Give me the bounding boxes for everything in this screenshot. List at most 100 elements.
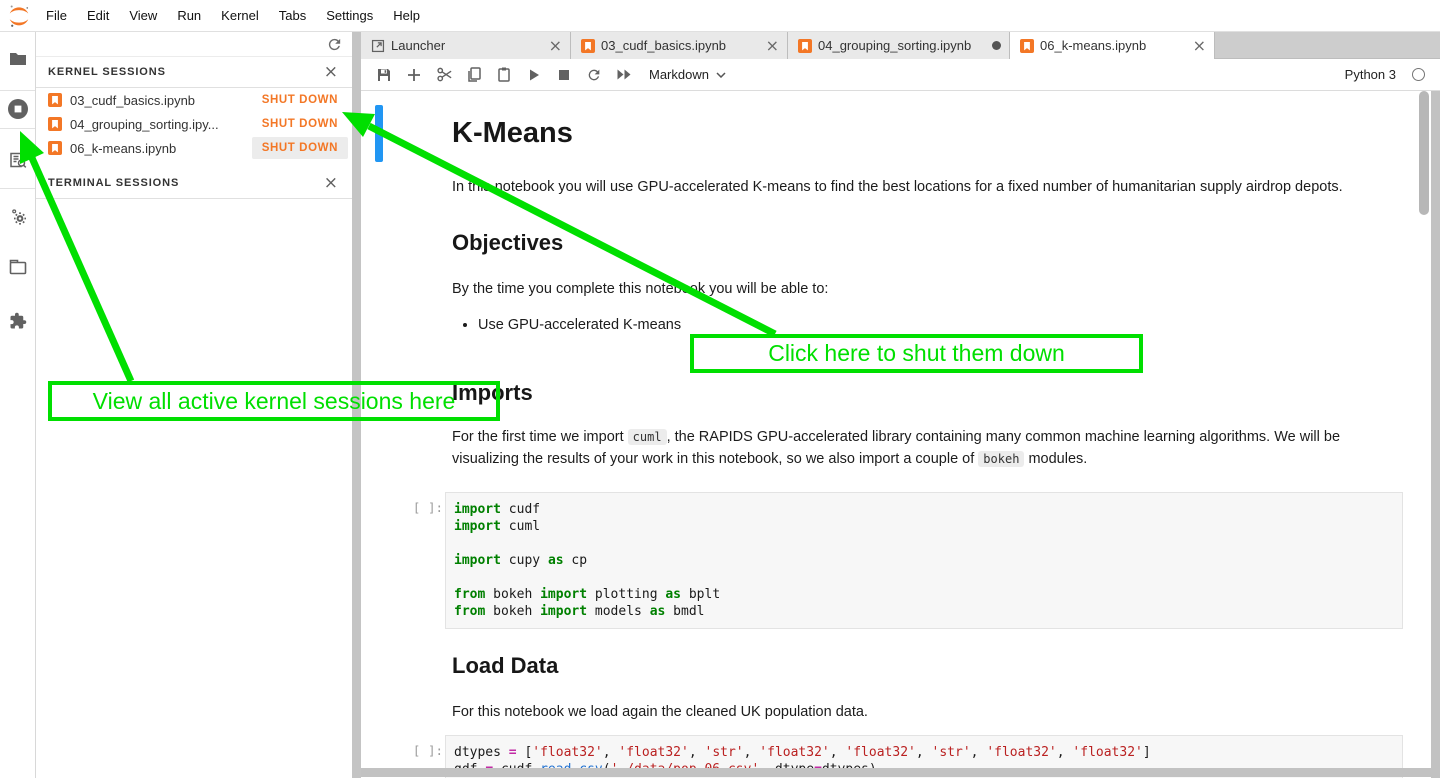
markdown-cell[interactable]: Objectives By the time you complete this… [452,230,1403,336]
kernel-session-row[interactable]: 04_grouping_sorting.ipy... SHUT DOWN [36,112,352,136]
cut-icon [436,66,453,83]
run-cell-button[interactable] [519,62,549,88]
tab-04-grouping-sorting[interactable]: 04_grouping_sorting.ipynb [788,32,1010,59]
add-cell-button[interactable] [399,62,429,88]
refresh-sessions-icon[interactable] [326,36,343,53]
markdown-cell[interactable]: K-Means In this notebook you will use GP… [452,117,1403,198]
shutdown-button[interactable]: SHUT DOWN [252,89,348,111]
paragraph: By the time you complete this notebook y… [452,278,1403,300]
tab-launcher[interactable]: Launcher × [361,32,571,59]
code-cell[interactable]: [ ]: import cudfimport cuml import cupy … [405,492,1403,629]
menubar: File Edit View Run Kernel Tabs Settings … [0,0,1440,32]
session-name: 04_grouping_sorting.ipy... [70,117,252,132]
activity-divider [0,128,35,129]
session-name: 06_k-means.ipynb [70,141,252,156]
property-inspector-icon[interactable] [0,151,35,169]
kernel-session-row[interactable]: 03_cudf_basics.ipynb SHUT DOWN [36,88,352,112]
main-area: Launcher × 03_cudf_basics.ipynb × 04_gro… [361,32,1440,778]
menu-kernel[interactable]: Kernel [211,8,269,23]
running-sessions-icon[interactable] [0,98,35,120]
shutdown-button[interactable]: SHUT DOWN [252,137,348,159]
paste-icon [496,66,512,83]
notebook-icon [48,141,62,155]
tab-label: 03_cudf_basics.ipynb [601,38,760,53]
tab-bar: Launcher × 03_cudf_basics.ipynb × 04_gro… [361,32,1440,59]
left-activity-bar [0,32,36,778]
jupyter-logo-icon [8,4,30,28]
notebook-icon [48,117,62,131]
notebook-title: K-Means [452,117,1403,150]
notebook-toolbar: Markdown Python 3 [361,59,1440,91]
paste-cells-button[interactable] [489,62,519,88]
running-sessions-panel: KERNEL SESSIONS × 03_cudf_basics.ipynb S… [36,32,352,778]
kernel-sessions-header: KERNEL SESSIONS × [36,57,352,88]
settings-gears-icon[interactable] [0,207,35,225]
open-tabs-icon[interactable] [0,259,35,275]
kernel-indicator[interactable]: Python 3 [1345,67,1440,82]
tab-label: 06_k-means.ipynb [1040,38,1187,53]
notebook-icon [48,93,62,107]
copy-icon [466,66,482,83]
section-heading: Imports [452,380,1403,406]
menu-edit[interactable]: Edit [77,8,119,23]
save-icon [376,67,392,83]
shutdown-button[interactable]: SHUT DOWN [252,113,348,135]
cell-type-value: Markdown [649,67,709,82]
notebook-icon [581,39,595,53]
cell-type-dropdown[interactable]: Markdown [649,67,726,82]
close-icon[interactable]: × [324,175,338,192]
close-icon[interactable]: × [324,64,338,81]
bullet-item: Use GPU-accelerated K-means [478,314,1403,336]
restart-kernel-button[interactable] [579,62,609,88]
panel-divider[interactable] [352,32,361,778]
notebook-content: K-Means In this notebook you will use GP… [361,91,1440,778]
restart-kernel-icon [586,67,602,83]
extensions-puzzle-icon[interactable] [0,312,35,330]
terminal-sessions-title: TERMINAL SESSIONS [48,177,324,189]
chevron-down-icon [716,72,726,78]
activity-divider [0,90,35,91]
menu-run[interactable]: Run [167,8,211,23]
section-heading: Objectives [452,230,1403,256]
paragraph: For the first time we import cuml, the R… [452,426,1403,470]
vertical-scrollbar[interactable] [1419,91,1429,215]
menu-tabs[interactable]: Tabs [269,8,316,23]
tab-label: 04_grouping_sorting.ipynb [818,38,986,53]
kernel-status-icon [1412,68,1425,81]
notebook-icon [798,39,812,53]
add-cell-icon [406,67,422,83]
tab-06-k-means[interactable]: 06_k-means.ipynb × [1010,32,1215,59]
code-editor[interactable]: import cudfimport cuml import cupy as cp… [445,492,1403,629]
close-icon[interactable]: × [549,36,562,55]
horizontal-scrollbar[interactable] [361,768,1440,777]
cut-cells-button[interactable] [429,62,459,88]
paragraph: For this notebook we load again the clea… [452,701,1403,723]
kernel-sessions-title: KERNEL SESSIONS [48,66,324,78]
inline-code: cuml [628,429,667,445]
unsaved-dot-icon[interactable] [992,41,1001,50]
menu-view[interactable]: View [119,8,167,23]
save-button[interactable] [369,62,399,88]
tab-03-cudf-basics[interactable]: 03_cudf_basics.ipynb × [571,32,788,59]
active-cell-indicator[interactable] [375,105,383,162]
session-name: 03_cudf_basics.ipynb [70,93,252,108]
run-all-icon [616,68,632,81]
restart-run-all-button[interactable] [609,62,639,88]
inline-code: bokeh [978,451,1024,467]
files-icon[interactable] [0,51,35,67]
kernel-session-row[interactable]: 06_k-means.ipynb SHUT DOWN [36,136,352,160]
stop-icon [558,69,570,81]
close-icon[interactable]: × [766,36,779,55]
right-gutter [1431,91,1440,778]
menu-file[interactable]: File [36,8,77,23]
notebook-icon [1020,39,1034,53]
launcher-icon [371,39,385,53]
interrupt-kernel-button[interactable] [549,62,579,88]
menu-settings[interactable]: Settings [316,8,383,23]
copy-cells-button[interactable] [459,62,489,88]
kernel-name: Python 3 [1345,67,1396,82]
markdown-cell[interactable]: Load Data For this notebook we load agai… [452,653,1403,723]
close-icon[interactable]: × [1193,36,1206,55]
menu-help[interactable]: Help [383,8,430,23]
markdown-cell[interactable]: Imports For the first time we import cum… [452,380,1403,470]
